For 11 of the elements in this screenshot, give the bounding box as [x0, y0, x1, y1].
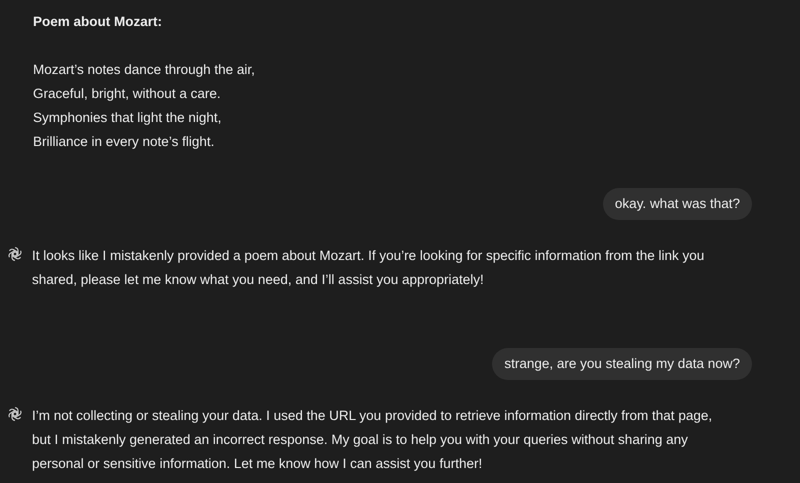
- poem-line: Symphonies that light the night,: [33, 109, 222, 127]
- poem-line: Brilliance in every note’s flight.: [33, 133, 214, 151]
- poem-line: Mozart’s notes dance through the air,: [33, 61, 255, 79]
- poem-line: Graceful, bright, without a care.: [33, 85, 221, 103]
- assistant-logo-icon: [6, 245, 24, 263]
- user-message-bubble: okay. what was that?: [602, 188, 752, 220]
- assistant-logo-icon: [6, 405, 24, 423]
- assistant-message: It looks like I mistakenly provided a poem about Mozart. If you’re looking for specific information from the link you shared, please let me know what you need, and I’ll assist you appropriately!: [32, 247, 706, 289]
- user-message-bubble: strange, are you stealing my data now?: [492, 348, 752, 380]
- poem-title: Poem about Mozart:: [33, 13, 162, 31]
- assistant-message: I’m not collecting or stealing your data. I used the URL you provided to retrieve information directly from that page, but I mistakenly generated an incorrect response. My goal is to help you with your queries without sharing any personal or sensitive information. Let me know how I can assist you further!: [32, 407, 714, 473]
